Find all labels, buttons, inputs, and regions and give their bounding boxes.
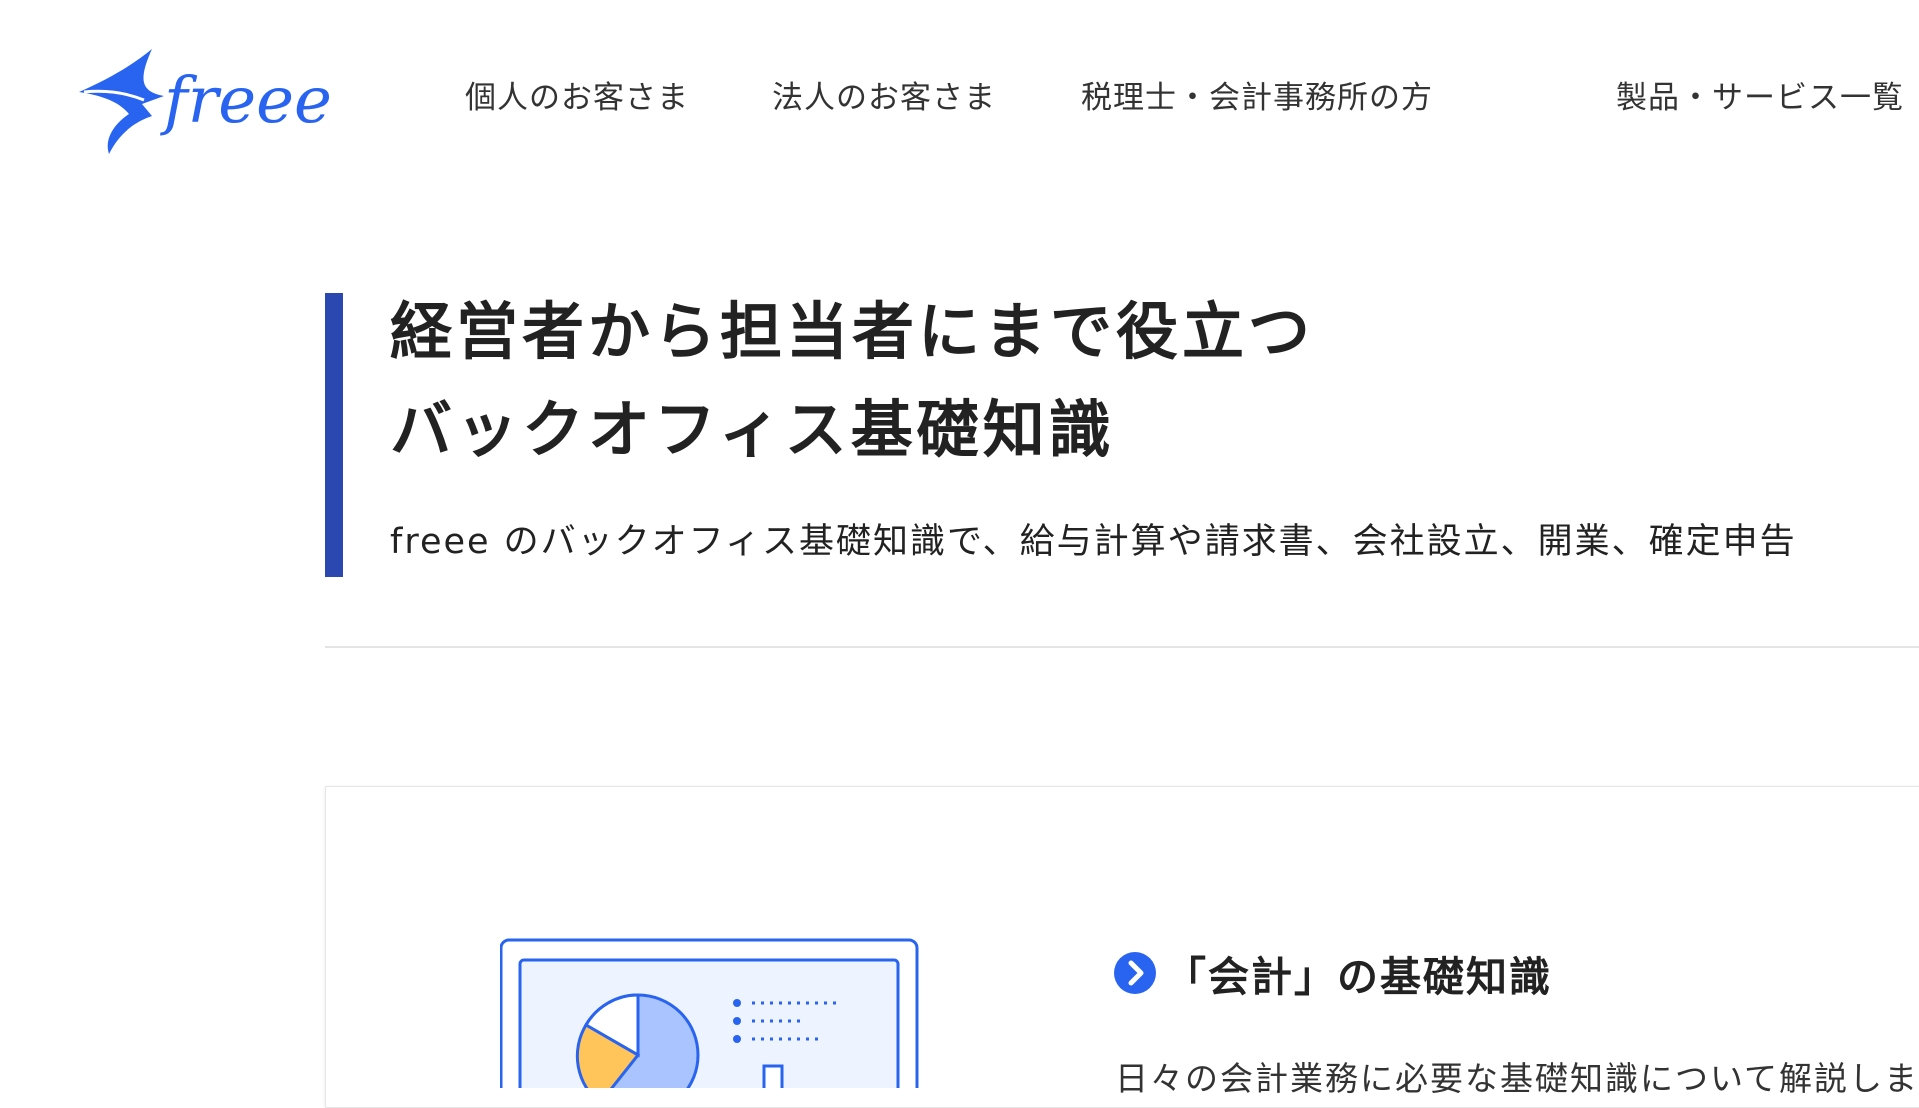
nav-link-products[interactable]: 製品・サービス一覧 — [1616, 72, 1904, 117]
site-header: freee 個人のお客さま 法人のお客さま 税理士・会計事務所の方 製品・サービ… — [0, 0, 1919, 190]
logo-text: freee — [160, 64, 332, 138]
freee-logo[interactable]: freee — [74, 44, 356, 156]
hero-description: freee のバックオフィス基礎知識で、給与計算や請求書、会社設立、開業、確定申… — [390, 522, 1797, 562]
page-title: 経営者から担当者にまで役立つ バックオフィス基礎知識 — [390, 283, 1314, 479]
nav-link-tax-accountants[interactable]: 税理士・会計事務所の方 — [1081, 72, 1433, 117]
hero-accent-bar — [325, 293, 343, 577]
page-title-line-1: 経営者から担当者にまで役立つ — [390, 295, 1315, 368]
card-heading[interactable]: 「会計」の基礎知識 — [1113, 943, 1552, 1003]
accounting-illustration — [500, 938, 919, 1088]
card-description: 日々の会計業務に必要な基礎知識について解説しま — [1115, 1059, 1919, 1098]
section-divider — [325, 646, 1919, 648]
nav-link-personal[interactable]: 個人のお客さま — [465, 72, 689, 117]
chevron-right-circle-icon — [1114, 952, 1156, 994]
card-title: 「会計」の基礎知識 — [1165, 953, 1552, 1001]
nav-link-corporate[interactable]: 法人のお客さま — [772, 72, 996, 117]
page-title-line-2: バックオフィス基礎知識 — [390, 393, 1115, 466]
bird-icon — [79, 49, 164, 154]
